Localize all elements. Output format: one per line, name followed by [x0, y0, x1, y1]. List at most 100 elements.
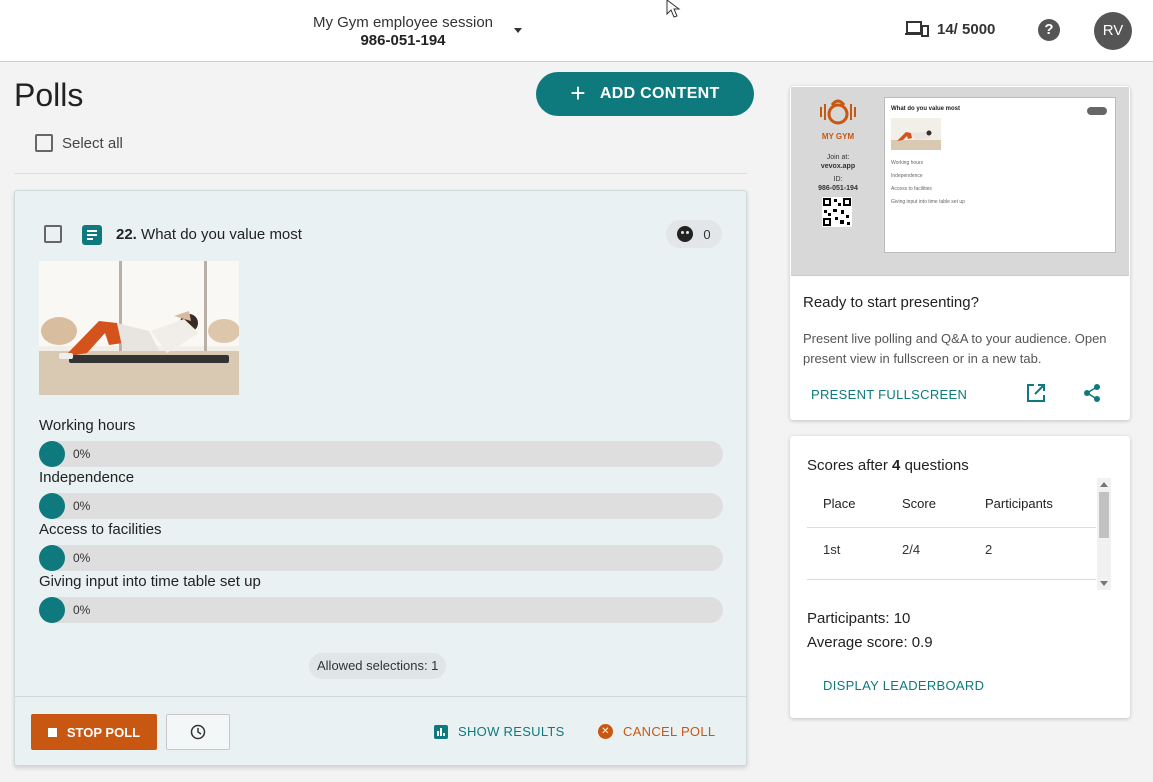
option-label: Working hours: [39, 417, 136, 434]
scroll-down-icon[interactable]: [1100, 581, 1108, 586]
score-stats: Participants: 10 Average score: 0.9: [807, 607, 933, 655]
slide-option: Working hours: [891, 160, 924, 166]
slide-option: Access to facilities: [891, 186, 932, 192]
participants-badge: 0: [666, 220, 722, 248]
poll-number: 22.: [116, 226, 137, 243]
option-percent: 0%: [73, 603, 91, 617]
stop-poll-label: STOP POLL: [66, 724, 141, 740]
chevron-down-icon[interactable]: [514, 28, 522, 33]
table-scrollbar[interactable]: [1097, 478, 1111, 590]
poll-option: Independence 0%: [39, 469, 723, 519]
poll-option: Giving input into time table set up 0%: [39, 573, 723, 623]
stop-poll-button[interactable]: STOP POLL: [31, 714, 157, 750]
display-leaderboard-button[interactable]: DISPLAY LEADERBOARD: [823, 678, 984, 693]
session-name: My Gym employee session: [312, 14, 494, 31]
option-label: Access to facilities: [39, 521, 162, 538]
participants-total: Participants: 10: [807, 610, 911, 627]
scores-title-prefix: Scores after: [807, 457, 888, 474]
option-bar: 0%: [39, 441, 723, 467]
poll-type-icon: [82, 225, 102, 245]
help-icon[interactable]: ?: [1038, 19, 1060, 41]
select-all-row: Select all: [14, 124, 747, 174]
column-header-participants: Participants: [985, 496, 1053, 511]
bar-chart-icon: [434, 724, 448, 739]
logo-text: MY GYM: [821, 132, 855, 141]
slide-thumbnail: What do you value most Working hours Ind…: [884, 97, 1116, 253]
option-bar-fill: [39, 493, 65, 519]
show-results-label: SHOW RESULTS: [458, 724, 565, 739]
option-label: Giving input into time table set up: [39, 573, 261, 590]
participant-icon: [677, 226, 694, 242]
open-in-new-tab-icon[interactable]: [1026, 383, 1046, 403]
mouse-cursor-icon: [666, 0, 681, 18]
join-info: Join at: vevox.app ID: 986-051-194: [801, 153, 875, 193]
poll-option: Working hours 0%: [39, 417, 723, 467]
slide-preview[interactable]: MY GYM Join at: vevox.app ID: 986-051-19…: [791, 87, 1129, 276]
present-description: Present live polling and Q&A to your aud…: [803, 331, 1107, 366]
session-id: 986-051-194: [360, 32, 446, 49]
scores-card: Scores after 4 questions Place Score Par…: [790, 436, 1130, 718]
avatar[interactable]: RV: [1094, 12, 1132, 50]
option-label: Independence: [39, 469, 135, 486]
qr-code-icon: [822, 197, 852, 227]
select-all-checkbox[interactable]: [35, 134, 53, 152]
clock-icon: [190, 724, 206, 740]
scroll-up-icon[interactable]: [1100, 482, 1108, 487]
join-at-label: Join at:: [826, 154, 850, 161]
cancel-poll-button[interactable]: ✕ CANCEL POLL: [598, 724, 715, 739]
scrollbar-thumb[interactable]: [1099, 492, 1109, 538]
option-bar: 0%: [39, 493, 723, 519]
timer-button[interactable]: [166, 714, 230, 750]
participants-count: 0: [703, 226, 711, 242]
table-row: 1st 2/4 2: [807, 528, 1096, 580]
show-results-button[interactable]: SHOW RESULTS: [434, 724, 565, 739]
stop-icon: [47, 727, 57, 737]
table-header: Place Score Participants: [807, 476, 1096, 528]
option-bar-fill: [39, 545, 65, 571]
add-content-button[interactable]: + ADD CONTENT: [536, 72, 754, 116]
poll-card: 22. What do you value most 0 Working hou…: [14, 190, 747, 766]
poll-actions: STOP POLL SHOW RESULTS ✕ CANCEL POLL: [15, 696, 746, 766]
option-percent: 0%: [73, 551, 91, 565]
join-url: vevox.app: [820, 163, 856, 170]
present-title: Ready to start presenting?: [803, 294, 979, 311]
select-all-label: Select all: [62, 135, 123, 152]
scores-title: Scores after 4 questions: [807, 457, 969, 474]
slide-title: What do you value most: [891, 106, 961, 112]
session-selector[interactable]: My Gym employee session 986-051-194: [300, 14, 506, 49]
cell-participants: 2: [985, 542, 993, 557]
poll-option: Access to facilities 0%: [39, 521, 723, 571]
poll-checkbox[interactable]: [44, 225, 62, 243]
top-bar: My Gym employee session 986-051-194 14/ …: [0, 0, 1153, 62]
option-bar-fill: [39, 441, 65, 467]
option-percent: 0%: [73, 447, 91, 461]
present-card: MY GYM Join at: vevox.app ID: 986-051-19…: [790, 86, 1130, 420]
allowed-selections-badge: Allowed selections: 1: [309, 653, 447, 679]
present-fullscreen-button[interactable]: PRESENT FULLSCREEN: [811, 387, 967, 402]
share-icon[interactable]: [1082, 383, 1102, 403]
cell-score: 2/4: [902, 542, 921, 557]
add-content-label: ADD CONTENT: [599, 85, 720, 102]
gym-logo: MY GYM: [813, 99, 863, 141]
devices-counter: 14/ 5000: [905, 20, 995, 38]
poll-title[interactable]: 22. What do you value most: [116, 226, 302, 243]
slide-option: Independence: [891, 173, 923, 179]
option-percent: 0%: [73, 499, 91, 513]
slide-option: Giving input into time table set up: [891, 199, 965, 205]
devices-icon: [905, 21, 929, 37]
devices-count: 14/ 5000: [937, 20, 996, 38]
cell-place: 1st: [823, 542, 841, 557]
cancel-poll-label: CANCEL POLL: [623, 724, 716, 739]
toggle-icon: [1087, 107, 1107, 115]
option-bar: 0%: [39, 597, 723, 623]
option-bar: 0%: [39, 545, 723, 571]
poll-title-text: What do you value most: [141, 226, 302, 243]
poll-image: [39, 261, 239, 395]
cancel-icon: ✕: [598, 724, 613, 739]
column-header-score: Score: [902, 496, 936, 511]
plus-icon: +: [570, 78, 586, 108]
scores-table: Place Score Participants 1st 2/4 2: [807, 476, 1096, 580]
option-bar-fill: [39, 597, 65, 623]
column-header-place: Place: [823, 496, 856, 511]
page-title: Polls: [14, 77, 84, 113]
